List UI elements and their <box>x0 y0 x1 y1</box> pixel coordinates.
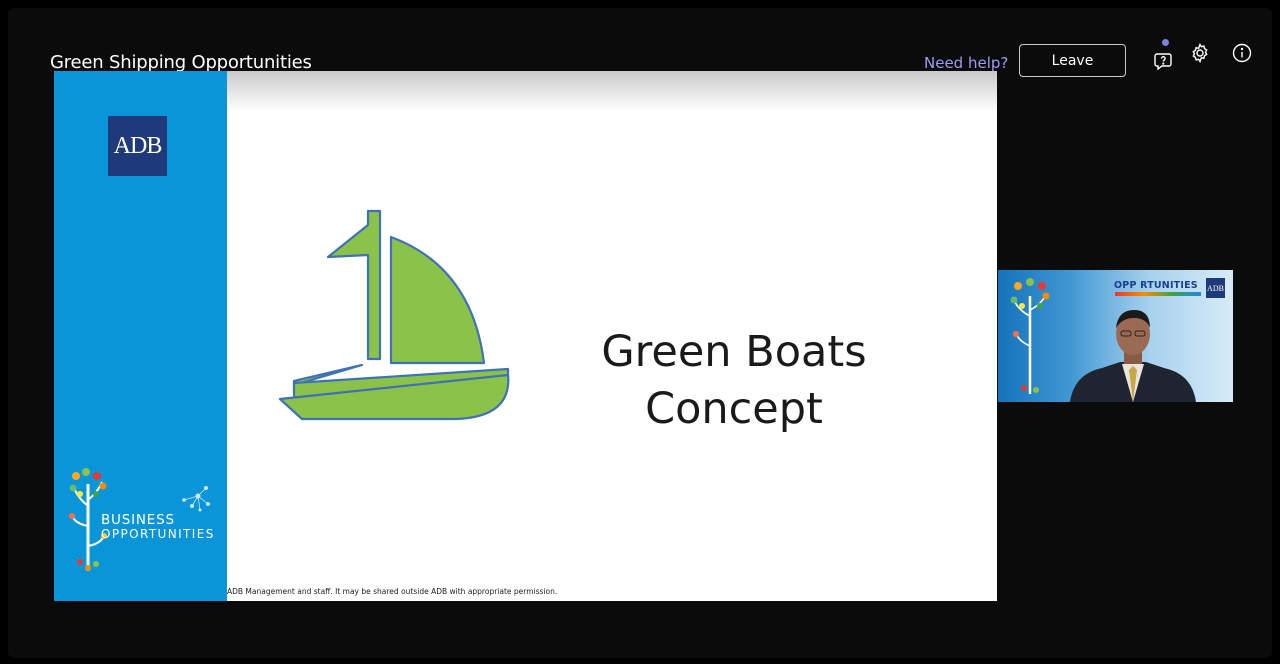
help-chat-icon[interactable] <box>1153 50 1175 72</box>
info-icon[interactable] <box>1231 42 1253 64</box>
slide-title-line-1: Green Boats <box>601 327 867 377</box>
slide-title-line-2: Concept <box>645 384 823 434</box>
notification-dot <box>1162 39 1169 46</box>
video-tree-logo <box>1010 278 1050 394</box>
leave-button[interactable]: Leave <box>1019 44 1126 77</box>
business-opportunities-label: BUSINESS OPPORTUNITIES <box>101 513 215 541</box>
video-banner-stripe <box>1115 292 1201 296</box>
slide-title: Green Boats Concept <box>554 324 914 438</box>
video-banner-text: OPP RTUNITIES <box>1114 280 1198 291</box>
slide-sidebar: ADB BUSINESS OPPORTUNITIES <box>54 71 227 601</box>
shared-slide: ADB BUSINESS OPPORTUNITIES Green Boats C… <box>54 71 997 601</box>
participant-video[interactable]: OPP RTUNITIES ADB <box>998 270 1233 402</box>
need-help-link[interactable]: Need help? <box>924 54 1008 72</box>
slide-shade <box>227 71 997 111</box>
gear-icon[interactable] <box>1189 42 1211 64</box>
slide-footer: ADB Management and staff. It may be shar… <box>227 587 558 596</box>
brand-line-1: BUSINESS <box>101 512 175 528</box>
meeting-title: Green Shipping Opportunities <box>50 52 312 73</box>
video-adb-logo: ADB <box>1206 278 1225 298</box>
sailboat-icon <box>278 209 510 421</box>
adb-logo: ADB <box>108 116 167 176</box>
speaker-avatar <box>1070 310 1196 402</box>
brand-line-2: OPPORTUNITIES <box>101 527 215 541</box>
